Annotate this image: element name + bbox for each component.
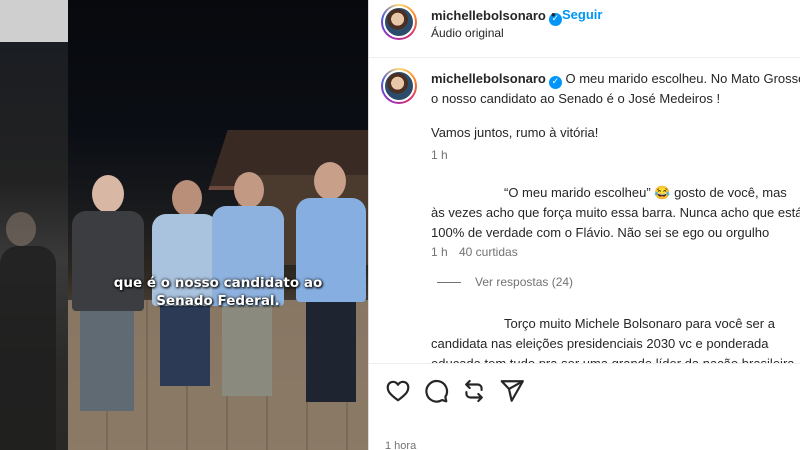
caption-line-3: Vamos juntos, rumo à vitória! (431, 125, 599, 140)
comment-1-line-2: às vezes acho que força muito essa barra… (431, 205, 800, 220)
comment-1-timestamp[interactable]: 1 h (431, 245, 448, 259)
caption-text-1: O meu marido escolheu. No Mato Grosso (565, 71, 800, 86)
comment-2-line-3: educada tem tudo pra ser uma grande líde… (431, 354, 795, 363)
replies-divider (437, 282, 461, 284)
post-panel: michellebolsonaro ✓ • Seguir Áudio origin… (368, 0, 800, 450)
separator-dot: • (551, 7, 556, 22)
blurred-person-head (6, 212, 36, 246)
heart-icon[interactable] (385, 378, 411, 404)
comment-2-line-2: candidata nas eleições presidenciais 203… (431, 336, 769, 351)
view-replies-label[interactable]: Ver respostas (24) (475, 275, 573, 289)
post-header: michellebolsonaro ✓ • Seguir Áudio origin… (369, 0, 800, 58)
caption-line-2: o nosso candidato ao Senado é o José Med… (431, 91, 721, 106)
comment-2-line-1: Torço muito Michele Bolsonaro para você … (504, 316, 775, 331)
comment-1-likes[interactable]: 40 curtidas (459, 245, 518, 259)
video-subtitle: que é o nosso candidato ao Senado Federa… (108, 274, 328, 310)
caption-avatar[interactable] (381, 68, 417, 104)
person-1 (68, 175, 148, 445)
follow-button[interactable]: Seguir (562, 7, 602, 22)
blurred-video-backdrop (0, 0, 68, 450)
audio-label[interactable]: Áudio original (431, 26, 504, 40)
author-username[interactable]: michellebolsonaro ✓ (431, 7, 562, 26)
view-replies-button[interactable]: Ver respostas (24) (437, 275, 573, 289)
post-timestamp[interactable]: 1 hora (385, 440, 416, 450)
caption-line-1: michellebolsonaro ✓ O meu marido escolheu… (431, 69, 800, 89)
verified-badge-icon: ✓ (548, 76, 562, 89)
send-icon[interactable] (499, 378, 525, 404)
comment-1-line-3: 100% de verdade com o Flávio. Não sei se… (431, 225, 770, 240)
caption-username[interactable]: michellebolsonaro (431, 71, 546, 86)
comment-1-line-1: “O meu marido escolheu” 😂 gosto de você,… (504, 185, 787, 200)
repost-icon[interactable] (461, 378, 487, 404)
username-text[interactable]: michellebolsonaro (431, 8, 546, 23)
comment-icon[interactable] (423, 378, 449, 404)
blurred-person-body (0, 246, 56, 450)
post-actions-bar: 1 hora (369, 363, 800, 450)
avatar[interactable] (381, 4, 417, 40)
subtitle-line-1: que é o nosso candidato ao (113, 275, 323, 291)
caption-timestamp[interactable]: 1 h (431, 148, 448, 162)
subtitle-line-2: Senado Federal. (156, 293, 280, 309)
video-frame[interactable]: que é o nosso candidato ao Senado Federa… (68, 0, 368, 450)
reel-video-area[interactable]: que é o nosso candidato ao Senado Federa… (0, 0, 368, 450)
comments-list[interactable]: michellebolsonaro ✓ O meu marido escolheu… (369, 58, 800, 363)
